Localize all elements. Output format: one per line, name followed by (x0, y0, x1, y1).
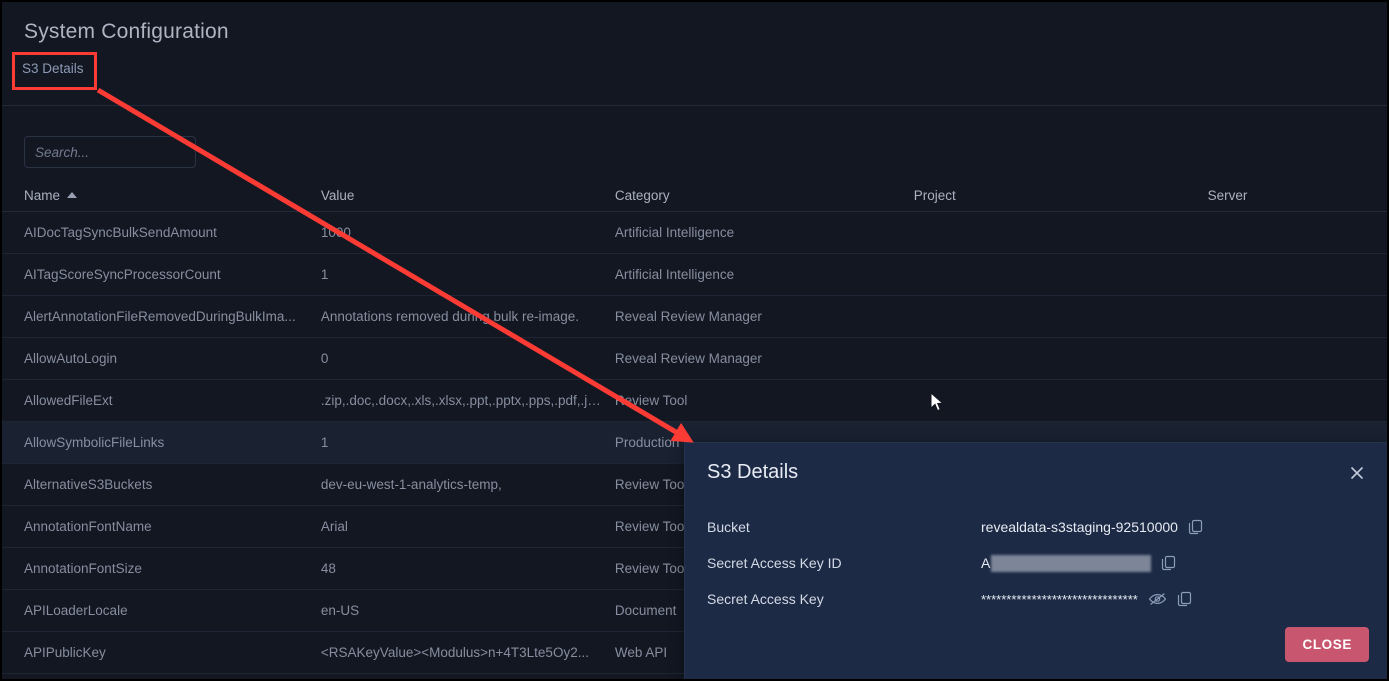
cell-value: Arial (320, 519, 348, 534)
copy-icon[interactable] (1177, 591, 1192, 607)
field-label: Secret Access Key (707, 591, 824, 607)
cell-name: AllowSymbolicFileLinks (24, 435, 165, 450)
field-label: Secret Access Key ID (707, 555, 842, 571)
table-row[interactable]: AITagScoreSyncProcessorCount 1 Artificia… (2, 254, 1387, 296)
cell-name: AnnotationFontSize (24, 561, 142, 576)
cell-name: AnnotationFontName (24, 519, 152, 534)
eye-off-icon[interactable] (1148, 591, 1167, 607)
field-value-wrapper: revealdata-s3staging-92510000 (981, 519, 1203, 535)
system-configuration-page: System Configuration S3 Details Name Val… (0, 0, 1389, 681)
s3-details-link[interactable]: S3 Details (22, 61, 84, 76)
field-secret-access-key-id: Secret Access Key ID A (707, 545, 1366, 581)
cell-value: dev-eu-west-1-analytics-temp, (320, 477, 502, 492)
copy-icon[interactable] (1188, 519, 1203, 535)
table-header-row: Name Value Category Project Server (2, 180, 1387, 212)
cell-value: 1 (320, 267, 329, 282)
redaction-bar (991, 554, 1152, 572)
cell-value: 1 (320, 435, 329, 450)
cell-name: AlertAnnotationFileRemovedDuringBulkIma.… (24, 309, 296, 324)
column-header-name-label: Name (24, 188, 61, 203)
field-bucket: Bucket revealdata-s3staging-92510000 (707, 509, 1366, 545)
cell-category: Reveal Review Manager (614, 309, 762, 324)
field-label: Bucket (707, 519, 750, 535)
table-row[interactable]: AllowedFileExt .zip,.doc,.docx,.xls,.xls… (2, 380, 1387, 422)
cell-value: 48 (320, 561, 336, 576)
cell-value: .zip,.doc,.docx,.xls,.xlsx,.ppt,.pptx,.p… (320, 393, 607, 408)
search-input-wrapper[interactable] (24, 136, 196, 168)
cell-category: Artificial Intelligence (614, 267, 735, 282)
cell-name: AITagScoreSyncProcessorCount (24, 267, 221, 282)
cell-name: AllowAutoLogin (24, 351, 118, 366)
dialog-title: S3 Details (707, 461, 799, 483)
field-value-wrapper: ******************************* (981, 591, 1192, 607)
cell-name: APILoaderLocale (24, 603, 128, 618)
copy-icon[interactable] (1161, 555, 1176, 571)
column-header-category[interactable]: Category (615, 188, 914, 203)
close-icon[interactable] (1346, 464, 1368, 486)
cell-value: en-US (320, 603, 360, 618)
cell-category: Review Tool (614, 393, 688, 408)
cell-name: AIDocTagSyncBulkSendAmount (24, 225, 217, 240)
dialog-fields: Bucket revealdata-s3staging-92510000 Sec… (707, 509, 1366, 617)
cell-value: 0 (320, 351, 329, 366)
table-row[interactable]: AIDocTagSyncBulkSendAmount 1000 Artifici… (2, 212, 1387, 254)
cell-category: Artificial Intelligence (614, 225, 735, 240)
table-row[interactable]: AllowAutoLogin 0 Reveal Review Manager (2, 338, 1387, 380)
field-secret-access-key: Secret Access Key **********************… (707, 581, 1366, 617)
column-header-project[interactable]: Project (914, 188, 1208, 203)
page-title: System Configuration (24, 20, 229, 43)
column-header-value[interactable]: Value (321, 188, 615, 203)
cell-name: AllowedFileExt (24, 393, 113, 408)
cell-value: <RSAKeyValue><Modulus>n+4T3Lte5Oy2... (320, 645, 589, 660)
cell-value: 1000 (320, 225, 351, 240)
cell-name: AlternativeS3Buckets (24, 477, 153, 492)
bucket-value: revealdata-s3staging-92510000 (981, 519, 1178, 535)
sort-ascending-icon (67, 192, 78, 198)
cell-name: APIPublicKey (24, 645, 106, 660)
cell-category: Reveal Review Manager (614, 351, 762, 366)
search-input[interactable] (25, 137, 195, 167)
column-header-server[interactable]: Server (1208, 188, 1387, 203)
cell-value: Annotations removed during bulk re-image… (320, 309, 580, 324)
s3-details-dialog: S3 Details Bucket revealdata-s3staging-9… (684, 442, 1387, 679)
table-row[interactable]: AlertAnnotationFileRemovedDuringBulkIma.… (2, 296, 1387, 338)
secret-access-key-id-value: A (981, 555, 991, 571)
column-header-name[interactable]: Name (24, 188, 321, 203)
secret-access-key-value: ******************************* (981, 591, 1138, 607)
field-value-wrapper: A (981, 554, 1176, 572)
header-divider (2, 105, 1387, 106)
close-button[interactable]: CLOSE (1285, 627, 1369, 662)
